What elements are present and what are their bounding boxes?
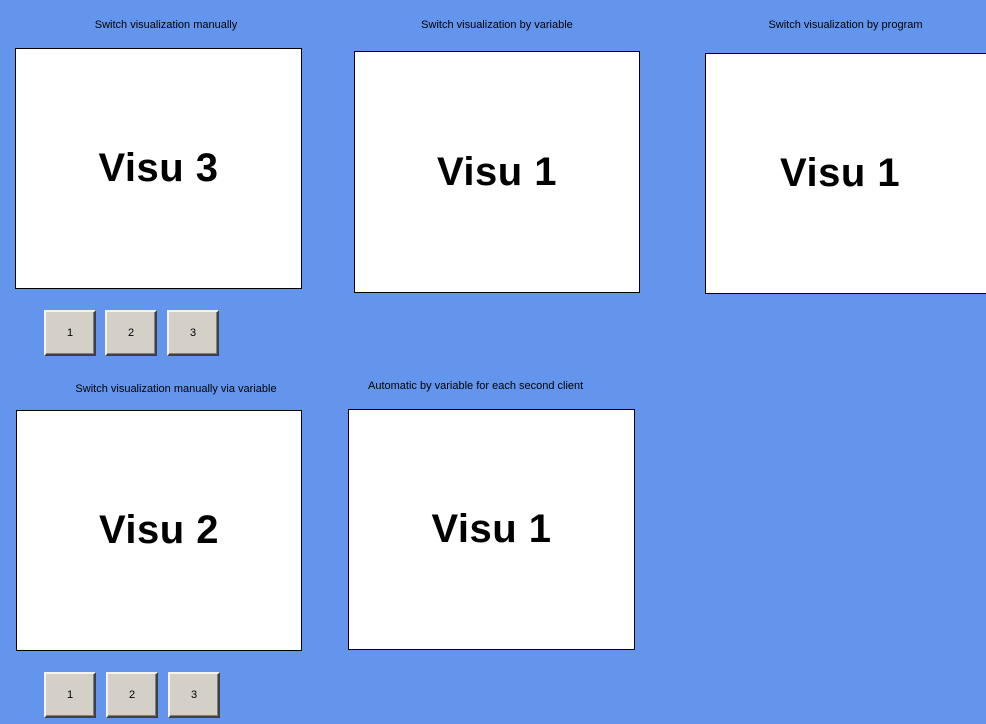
visu-label-manual-via-variable: Visu 2 xyxy=(98,508,220,552)
visu-button-3-manual[interactable]: 3 xyxy=(167,310,219,356)
caption-switch-by-variable: Switch visualization by variable xyxy=(421,19,573,31)
visu-label-manual: Visu 3 xyxy=(98,146,219,190)
visu-frame-by-variable: Visu 1 xyxy=(354,51,640,293)
caption-switch-by-program: Switch visualization by program xyxy=(768,19,923,31)
visu-button-3-via-variable[interactable]: 3 xyxy=(168,672,220,718)
visu-label-by-variable: Visu 1 xyxy=(436,149,558,194)
visu-button-1-via-variable[interactable]: 1 xyxy=(44,672,96,718)
visu-button-2-manual[interactable]: 2 xyxy=(105,310,157,356)
caption-switch-manually: Switch visualization manually xyxy=(94,19,238,31)
visu-button-1-manual[interactable]: 1 xyxy=(44,310,96,356)
visu-frame-by-program: Visu 1 xyxy=(705,53,986,294)
visu-label-by-program: Visu 1 xyxy=(780,151,901,195)
visu-frame-automatic-per-client: Visu 1 xyxy=(348,409,635,650)
caption-switch-manually-via-variable: Switch visualization manually via variab… xyxy=(75,383,277,395)
visu-button-2-via-variable[interactable]: 2 xyxy=(106,672,158,718)
visu-frame-manual: Visu 3 xyxy=(15,48,302,289)
caption-automatic-per-client: Automatic by variable for each second cl… xyxy=(368,380,584,392)
visu-frame-manual-via-variable: Visu 2 xyxy=(16,410,302,651)
visu-label-automatic-per-client: Visu 1 xyxy=(431,507,552,551)
